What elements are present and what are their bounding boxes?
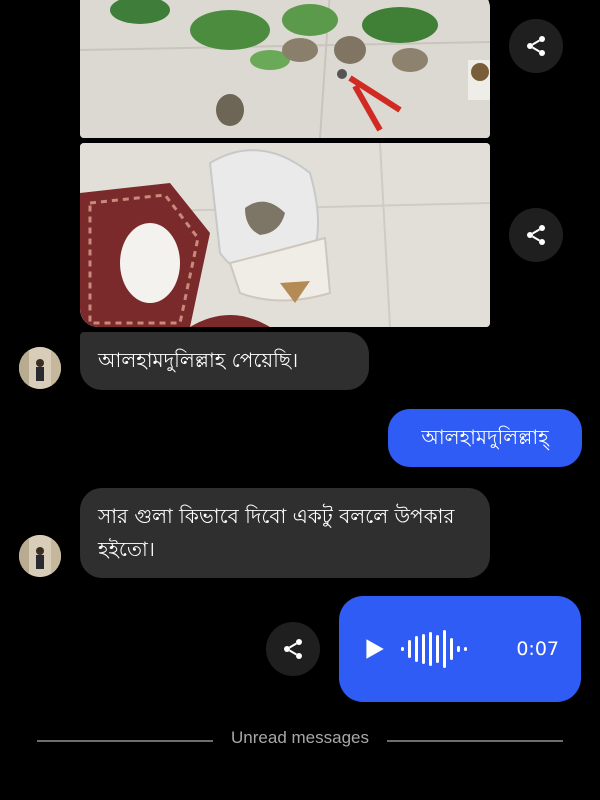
incoming-message[interactable]: সার গুলা কিভাবে দিবো একটু বললে উপকার হইত… <box>80 488 490 578</box>
play-icon[interactable] <box>361 636 387 662</box>
share-button[interactable] <box>509 208 563 262</box>
voice-duration: 0:07 <box>516 638 559 660</box>
avatar[interactable] <box>19 535 61 577</box>
shared-photo-plants[interactable] <box>80 0 490 138</box>
incoming-message[interactable]: আলহামদুলিল্লাহ পেয়েছি। <box>80 332 369 390</box>
share-icon <box>527 225 545 245</box>
share-button[interactable] <box>266 622 320 676</box>
divider-line <box>387 740 563 742</box>
outgoing-message[interactable]: আলহামদুলিল্লাহ্ <box>388 409 582 467</box>
divider-line <box>37 740 213 742</box>
voice-message[interactable]: 0:07 <box>339 596 581 702</box>
waveform-icon <box>401 629 467 669</box>
avatar[interactable] <box>19 347 61 389</box>
share-icon <box>527 36 545 56</box>
unread-messages-label: Unread messages <box>231 728 369 747</box>
shared-photo-planter[interactable] <box>80 143 490 327</box>
share-button[interactable] <box>509 19 563 73</box>
share-icon <box>284 639 302 659</box>
